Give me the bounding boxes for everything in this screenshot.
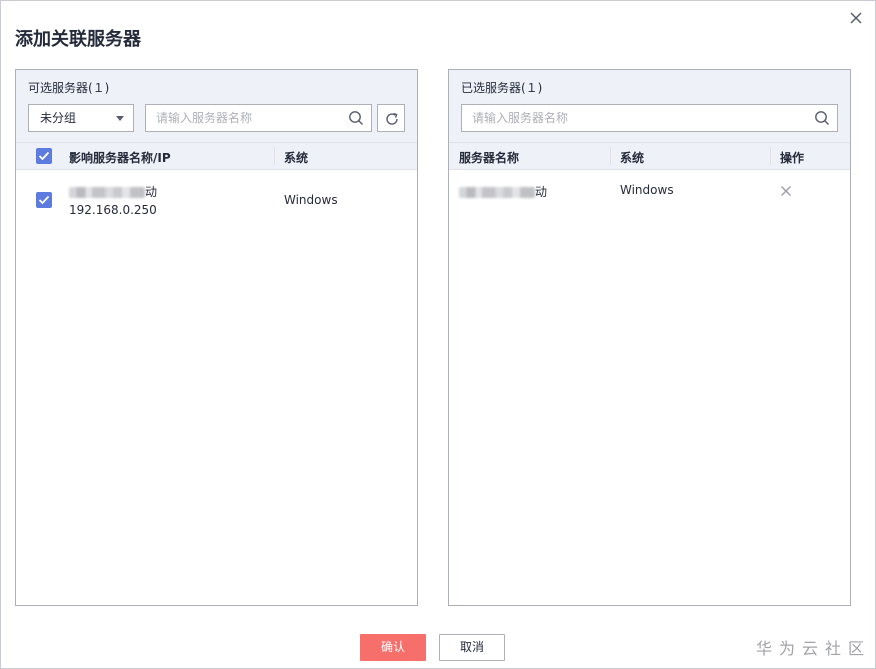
close-icon[interactable] [780, 185, 792, 197]
watermark: 华为云社区 [756, 639, 872, 658]
column-header-os[interactable]: 系统 [620, 149, 644, 166]
column-header-server-name-ip[interactable]: 影响服务器名称/IP [69, 149, 171, 166]
table-row[interactable]: 动 192.168.0.250 Windows [16, 182, 417, 222]
refresh-button[interactable] [377, 104, 405, 132]
redacted-server-name [69, 187, 145, 198]
server-name-cell: 动 [459, 183, 547, 200]
search-icon[interactable] [814, 110, 830, 126]
caret-down-icon [116, 116, 124, 121]
selected-search-box [461, 104, 838, 132]
available-search-box [145, 104, 372, 132]
close-icon[interactable] [847, 9, 865, 27]
dialog-title: 添加关联服务器 [15, 29, 141, 50]
selected-search-input[interactable] [462, 105, 807, 131]
server-name-suffix: 动 [145, 185, 158, 199]
column-header-os[interactable]: 系统 [284, 149, 308, 166]
server-os: Windows [284, 193, 338, 207]
available-servers-panel: 可选服务器(１) 未分组 影响服务器名称/IP 系统 [15, 69, 418, 606]
server-os: Windows [620, 183, 674, 197]
selected-servers-panel: 已选服务器(１) 服务器名称 系统 操作 动 Windows [448, 69, 851, 606]
confirm-button[interactable]: 确认 [360, 634, 426, 661]
column-divider [610, 147, 611, 165]
column-header-server-name[interactable]: 服务器名称 [459, 149, 519, 166]
table-row: 动 Windows [449, 182, 850, 206]
available-search-input[interactable] [146, 105, 341, 131]
selected-servers-toolbar: 已选服务器(１) [449, 70, 850, 142]
available-table-header: 影响服务器名称/IP 系统 [16, 142, 417, 170]
server-ip: 192.168.0.250 [69, 203, 157, 217]
cancel-button[interactable]: 取消 [439, 634, 505, 661]
selected-servers-title: 已选服务器(１) [461, 81, 543, 95]
server-name-suffix: 动 [535, 185, 548, 199]
column-divider [274, 147, 275, 165]
available-servers-title: 可选服务器(１) [28, 81, 110, 95]
server-name-cell: 动 [69, 183, 157, 200]
group-select-value: 未分组 [40, 111, 77, 125]
search-icon[interactable] [348, 110, 364, 126]
group-select[interactable]: 未分组 [28, 104, 134, 132]
selected-table-header: 服务器名称 系统 操作 [449, 142, 850, 170]
available-servers-toolbar: 可选服务器(１) 未分组 [16, 70, 417, 142]
select-all-checkbox[interactable] [36, 148, 52, 164]
refresh-icon [386, 112, 398, 125]
row-checkbox[interactable] [36, 192, 52, 208]
column-divider [770, 147, 771, 165]
redacted-server-name [459, 187, 535, 198]
add-associated-servers-dialog: 添加关联服务器 可选服务器(１) 未分组 影响服务 [0, 0, 876, 669]
column-header-action: 操作 [780, 151, 805, 165]
